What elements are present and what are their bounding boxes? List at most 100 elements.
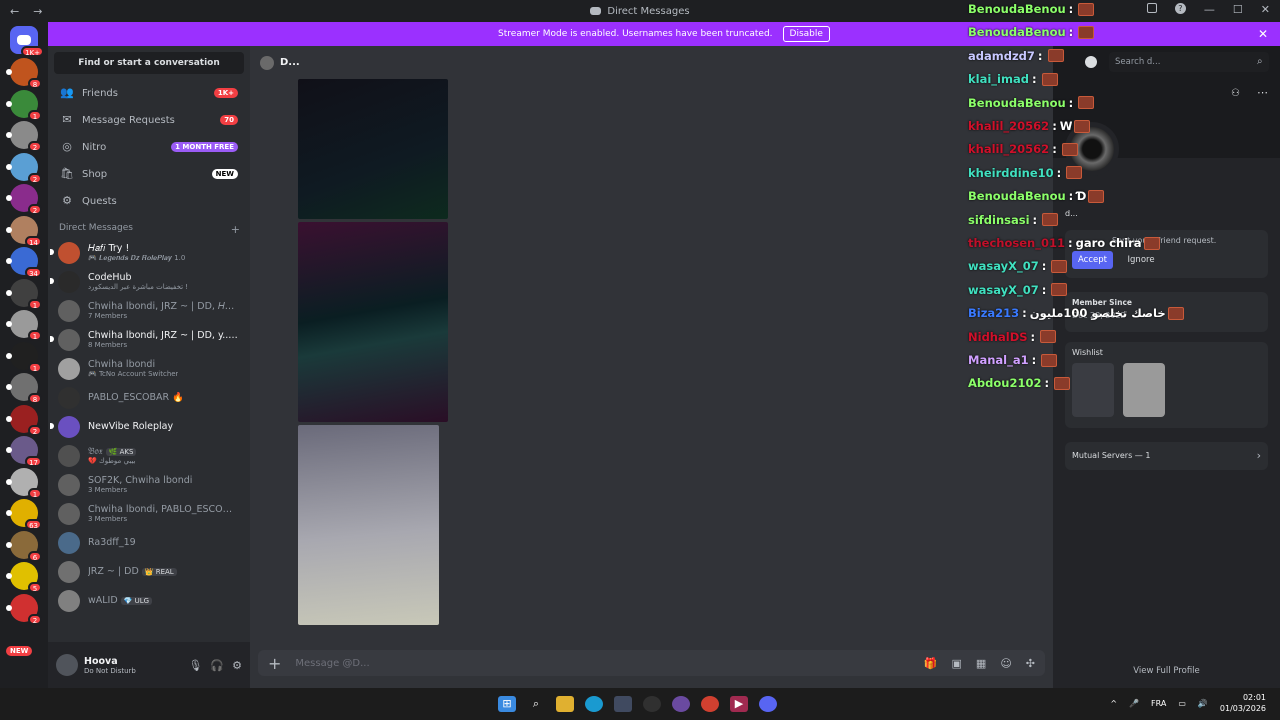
emote-icon bbox=[1078, 96, 1095, 110]
message-composer[interactable]: + Message @D... 🎁 ▣ ▦ ☺ ✣ bbox=[258, 650, 1045, 676]
file-explorer-icon[interactable] bbox=[556, 696, 574, 712]
message-input[interactable]: Message @D... bbox=[295, 658, 369, 669]
twitch-icon[interactable] bbox=[672, 696, 690, 712]
store-icon[interactable] bbox=[614, 696, 632, 712]
attachment-image[interactable] bbox=[298, 425, 439, 625]
more-options-icon[interactable]: ⋯ bbox=[1257, 86, 1268, 99]
server-icon[interactable]: 1 bbox=[6, 278, 42, 310]
search-input[interactable]: Search d... bbox=[1109, 52, 1269, 72]
overlay-username: khalil_20562 bbox=[968, 119, 1050, 133]
dm-item[interactable]: wALID 💎 ULG bbox=[54, 586, 244, 615]
unread-pip bbox=[6, 447, 12, 453]
disable-streamer-button[interactable]: Disable bbox=[782, 26, 830, 42]
recipient-avatar[interactable] bbox=[260, 55, 274, 70]
chrome-icon[interactable] bbox=[701, 696, 719, 712]
nav-item-quests[interactable]: ⚙ Quests bbox=[54, 188, 244, 214]
ignore-button[interactable]: Ignore bbox=[1124, 251, 1159, 269]
dm-item[interactable]: JRZ ~ | DD 👑 REAL bbox=[54, 557, 244, 586]
settings-gear-icon[interactable]: ⚙ bbox=[232, 659, 242, 672]
close-window-button[interactable]: ✕ bbox=[1261, 3, 1270, 16]
tray-chevron-icon[interactable]: ^ bbox=[1110, 699, 1117, 708]
search-taskbar-icon[interactable]: ⌕ bbox=[527, 696, 545, 712]
screen: { "window": {"title": "Direct Messages",… bbox=[0, 0, 1280, 720]
media-player-icon[interactable]: ▶ bbox=[730, 696, 748, 712]
dm-item[interactable]: Chwiha lbondi, PABLO_ESCOB... 3 Members bbox=[54, 499, 244, 528]
wishlist-item[interactable] bbox=[1122, 363, 1165, 417]
server-icon[interactable]: 8 bbox=[6, 58, 42, 89]
server-icon[interactable]: 2 bbox=[6, 184, 42, 215]
dm-item[interactable]: CodeHub تخفيضات مباشرة عبر الديسكورد ! bbox=[50, 267, 244, 296]
server-icon[interactable]: 1 bbox=[6, 467, 42, 499]
dm-avatar bbox=[58, 386, 80, 409]
back-button[interactable]: ← bbox=[10, 5, 19, 18]
new-servers-badge[interactable]: NEW bbox=[6, 646, 33, 656]
dm-subtext: 7 Members bbox=[88, 312, 128, 320]
server-icon[interactable]: 1 bbox=[6, 341, 42, 373]
nav-item-shop[interactable]: 🛍 Shop NEW bbox=[54, 161, 244, 187]
nav-item-friends[interactable]: 👥 Friends 1K+ bbox=[54, 80, 244, 106]
server-icon[interactable]: 1 bbox=[6, 310, 42, 341]
minimize-button[interactable]: — bbox=[1204, 3, 1215, 16]
add-friend-icon[interactable]: ⚇ bbox=[1231, 88, 1240, 99]
dm-avatar bbox=[58, 299, 80, 322]
mutual-servers-card[interactable]: Mutual Servers — 1 › bbox=[1065, 442, 1268, 470]
unread-pip bbox=[6, 289, 12, 296]
sticker-icon[interactable]: ▦ bbox=[976, 657, 986, 670]
gif-icon[interactable]: ▣ bbox=[952, 657, 962, 670]
dm-item[interactable]: SOF2K, Chwiha lbondi 3 Members bbox=[54, 470, 244, 499]
close-banner-icon[interactable]: ✕ bbox=[1258, 27, 1268, 41]
edge-browser-icon[interactable] bbox=[585, 696, 603, 712]
nav-item-nitro[interactable]: ◎ Nitro 1 MONTH FREE bbox=[54, 134, 244, 160]
server-icon[interactable]: 14 bbox=[6, 215, 42, 247]
server-icon[interactable]: 2 bbox=[6, 404, 42, 436]
emoji-icon[interactable]: ☺ bbox=[1000, 657, 1011, 670]
home-button[interactable]: 1K+ bbox=[10, 26, 44, 57]
attachment-image[interactable] bbox=[298, 222, 448, 422]
server-icon[interactable]: 17 bbox=[6, 436, 42, 467]
add-attachment-icon[interactable]: + bbox=[268, 654, 281, 673]
server-icon[interactable]: 1 bbox=[6, 89, 42, 121]
dm-item[interactable]: Chwiha lbondi, JRZ ~ | DD, y..., ... 8 Me… bbox=[50, 325, 244, 354]
dm-item[interactable]: 𝔅𝔬𝔵 🌿 AKS 💔 بيبي موطوك bbox=[54, 441, 244, 470]
clock[interactable]: 02:01 01/03/2026 bbox=[1220, 692, 1266, 714]
server-icon[interactable]: 5 bbox=[6, 562, 42, 593]
server-icon[interactable]: 2 bbox=[6, 121, 42, 152]
dm-item[interactable]: Ra3dff_19 bbox=[54, 528, 244, 557]
server-icon[interactable]: 63 bbox=[6, 499, 42, 530]
attachment-image[interactable] bbox=[298, 79, 448, 219]
dm-item[interactable]: Chwiha lbondi 🎮 TcNo Account Switcher bbox=[54, 354, 244, 383]
dm-item[interactable]: NewVibe Roleplay bbox=[50, 412, 244, 441]
dm-item[interactable]: Chwiha lbondi, JRZ ~ | DD, 𝐻𝑎𝑓... 7 Membe… bbox=[54, 296, 244, 325]
nav-item-message-requests[interactable]: ✉ Message Requests 70 bbox=[54, 107, 244, 133]
apps-icon[interactable]: ✣ bbox=[1026, 657, 1035, 670]
server-icon[interactable]: 8 bbox=[6, 373, 42, 404]
overlay-username: kheirddine10 bbox=[968, 165, 1054, 180]
language-indicator[interactable]: FRA bbox=[1151, 699, 1166, 708]
gift-icon[interactable]: 🎁 bbox=[924, 657, 938, 670]
obs-icon[interactable] bbox=[643, 696, 661, 712]
find-conversation-button[interactable]: Find or start a conversation bbox=[54, 52, 244, 74]
dm-item[interactable]: 𝐻𝑎𝑓𝑖 Try ! 🎮 𝑳𝒆𝒈𝒆𝒏𝒅𝒔 𝑫𝒛 𝑹𝒐𝒍𝒆𝑷𝒍𝒂𝒚 1.0 bbox=[50, 238, 244, 267]
server-icon[interactable]: 34 bbox=[6, 247, 42, 278]
server-icon[interactable]: 2 bbox=[6, 152, 42, 184]
maximize-button[interactable]: ☐ bbox=[1233, 3, 1243, 16]
network-icon[interactable]: ▭ bbox=[1178, 699, 1186, 708]
server-icon[interactable]: 2 bbox=[6, 593, 42, 625]
help-icon[interactable]: ? bbox=[1174, 3, 1186, 14]
microphone-tray-icon[interactable]: 🎤 bbox=[1129, 699, 1139, 708]
discord-taskbar-icon[interactable] bbox=[759, 696, 777, 712]
dm-name: PABLO_ESCOBAR 🔥 bbox=[88, 392, 184, 403]
view-full-profile-link[interactable]: View Full Profile bbox=[1053, 666, 1280, 676]
dm-subtext: 3 Members bbox=[88, 515, 128, 523]
add-dm-button[interactable]: + bbox=[231, 223, 240, 236]
dm-item[interactable]: PABLO_ESCOBAR 🔥 bbox=[54, 383, 244, 412]
headphones-icon[interactable]: 🎧 bbox=[210, 659, 224, 672]
volume-icon[interactable]: 🔊 bbox=[1198, 699, 1208, 708]
inbox-icon[interactable] bbox=[1146, 3, 1157, 13]
user-avatar[interactable] bbox=[56, 654, 78, 676]
forward-button[interactable]: → bbox=[33, 5, 42, 18]
microphone-icon[interactable]: 🎙 bbox=[188, 659, 202, 672]
user-status: Do Not Disturb bbox=[84, 666, 136, 675]
start-button[interactable]: ⊞ bbox=[498, 696, 516, 712]
server-icon[interactable]: 6 bbox=[6, 530, 42, 562]
